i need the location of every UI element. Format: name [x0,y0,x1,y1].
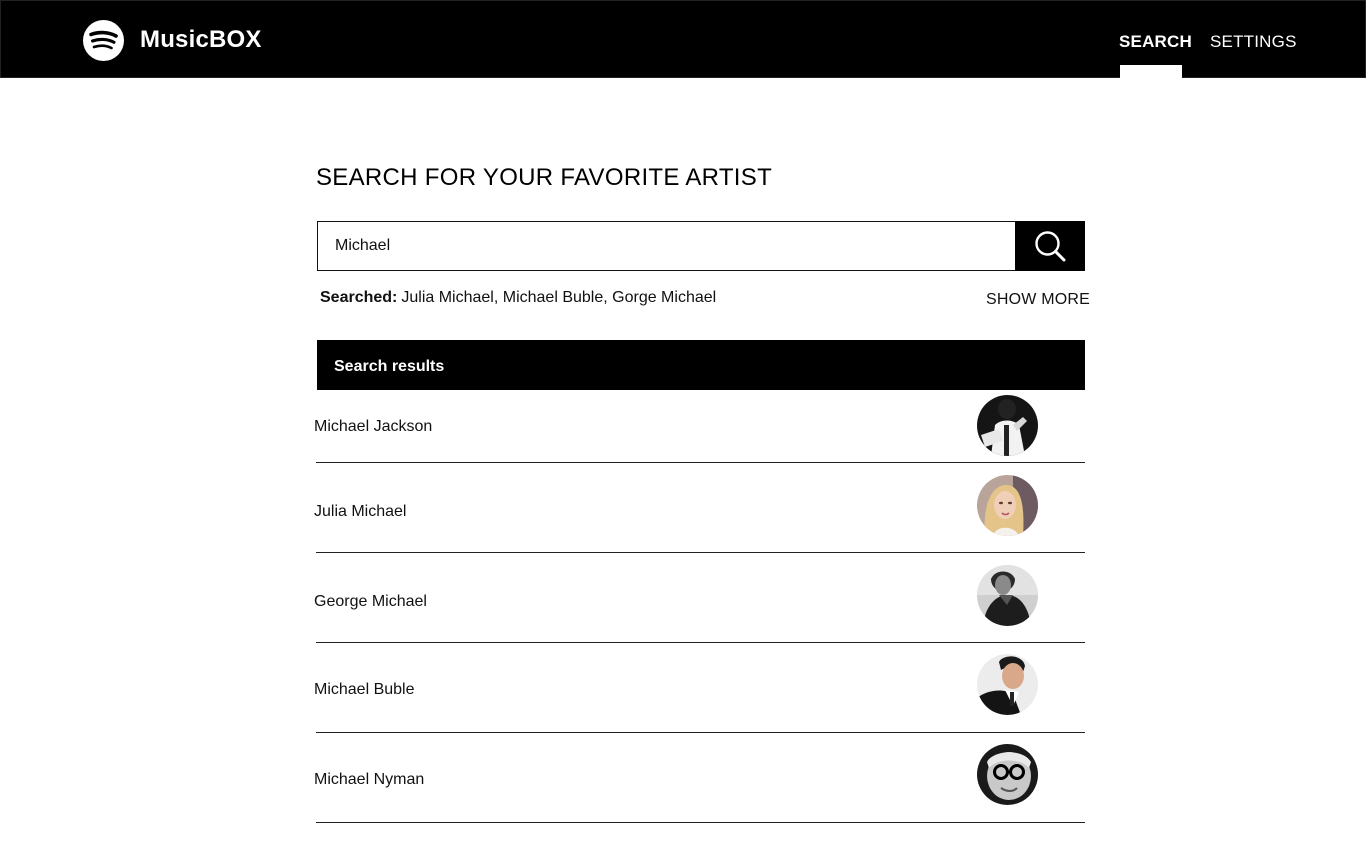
search-button[interactable] [1015,221,1085,271]
artist-avatar [977,744,1038,805]
active-tab-indicator [1120,65,1182,79]
row-divider [316,822,1085,823]
result-row[interactable]: Michael Nyman [314,744,1085,823]
artist-avatar [977,395,1038,456]
artist-name: Michael Buble [314,681,415,698]
search-history: Searched: Julia Michael, Michael Buble, G… [320,289,716,307]
top-navigation-bar: MusicBOX SEARCH SETTINGS [0,0,1366,79]
search-box [317,221,1085,271]
artist-name: George Michael [314,593,427,610]
artist-name: Michael Nyman [314,771,425,788]
result-row[interactable]: Michael Jackson [314,395,1085,463]
nav-settings-tab[interactable]: SETTINGS [1210,32,1297,52]
result-row[interactable]: Julia Michael [314,475,1085,553]
artist-avatar [977,565,1038,626]
row-divider [316,552,1085,553]
row-divider [316,462,1085,463]
page-title: SEARCH FOR YOUR FAVORITE ARTIST [316,164,773,191]
artist-name: Julia Michael [314,503,407,520]
result-row[interactable]: Michael Buble [314,654,1085,733]
artist-name: Michael Jackson [314,418,433,435]
show-more-link[interactable]: SHOW MORE [986,291,1090,309]
nav-search-tab[interactable]: SEARCH [1119,32,1192,52]
artist-avatar [977,654,1038,715]
search-history-label: Searched: [320,289,398,306]
result-row[interactable]: George Michael [314,565,1085,643]
search-history-terms[interactable]: Julia Michael, Michael Buble, Gorge Mich… [401,289,716,306]
row-divider [316,732,1085,733]
brand-name[interactable]: MusicBOX [140,26,262,54]
spotify-icon[interactable] [83,20,124,61]
row-divider [316,642,1085,643]
results-header: Search results [317,340,1085,390]
artist-avatar [977,475,1038,536]
search-input[interactable] [318,222,1015,270]
search-icon [1035,231,1066,262]
